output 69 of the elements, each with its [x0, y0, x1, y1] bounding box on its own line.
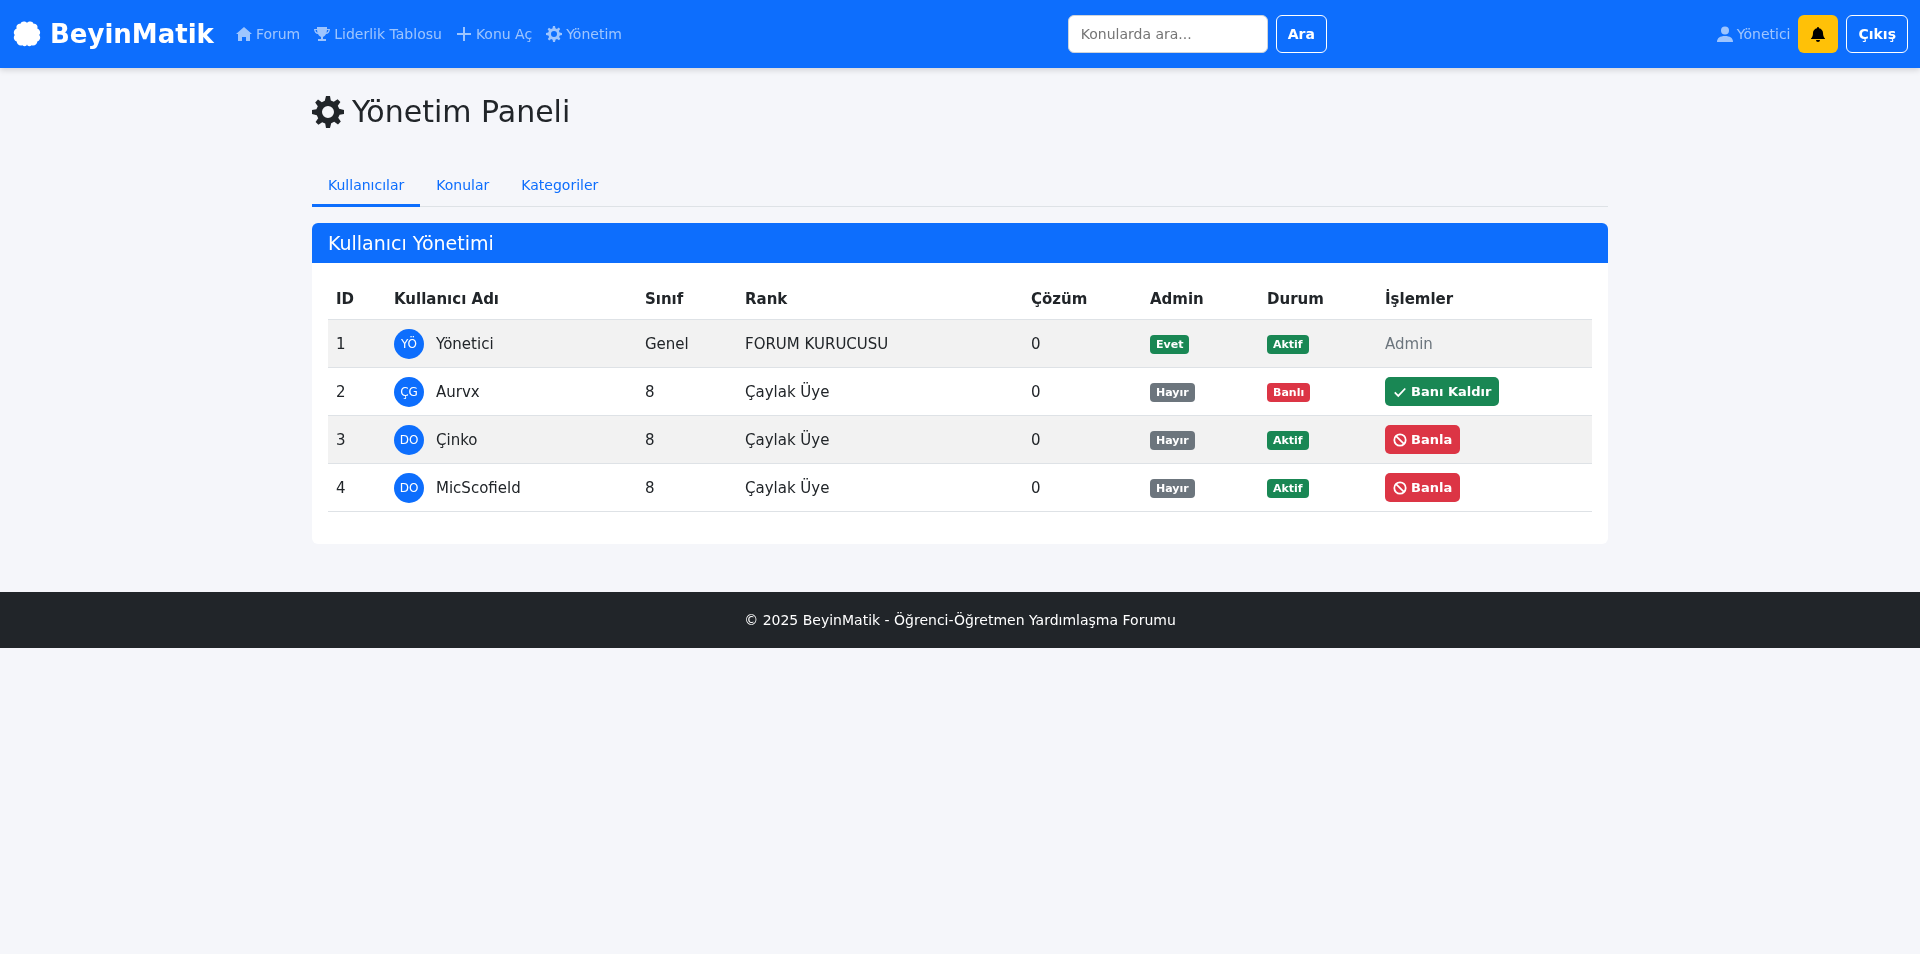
plus-icon — [455, 26, 472, 42]
table-cell: 8 — [645, 430, 655, 449]
status-badge: Aktif — [1267, 334, 1309, 354]
table-cell: 8 — [645, 478, 655, 497]
bell-icon — [1810, 26, 1827, 42]
column-header: Çözüm — [1031, 290, 1088, 308]
nav-link[interactable]: Yönetim — [546, 26, 622, 42]
table-cell: 0 — [1031, 478, 1041, 497]
table-cell: Çaylak Üye — [745, 478, 830, 497]
avatar: DO — [394, 472, 424, 503]
table-cell: 2 — [336, 382, 346, 401]
username: Yönetici — [436, 334, 494, 353]
page-title: Yönetim Paneli — [352, 94, 571, 129]
prohibited-icon — [1393, 480, 1407, 495]
nav-link[interactable]: Forum — [235, 26, 301, 42]
logout-button[interactable]: Çıkış — [1846, 15, 1908, 53]
avatar: DO — [394, 424, 424, 455]
table-cell: 0 — [1031, 382, 1041, 401]
table-cell: 4 — [336, 478, 346, 497]
table-cell: Genel — [645, 334, 689, 353]
username: MicScofield — [436, 478, 521, 497]
gear-icon — [546, 26, 563, 42]
role-label: Admin — [1385, 334, 1433, 353]
table-cell: Çaylak Üye — [745, 430, 830, 449]
table-cell: 8 — [645, 382, 655, 401]
table-cell: Çaylak Üye — [745, 382, 830, 401]
search-field[interactable]: Konularda ara... — [1067, 15, 1268, 53]
ban-button[interactable]: Banla — [1385, 473, 1461, 502]
column-header: Admin — [1150, 290, 1204, 308]
tab[interactable]: Kategoriler — [505, 167, 615, 207]
nav-link[interactable]: Liderlik Tablosu — [314, 26, 442, 42]
prohibited-icon — [1393, 432, 1407, 447]
gear-icon — [312, 95, 344, 128]
admin-badge: Evet — [1150, 334, 1190, 354]
column-header: Kullanıcı Adı — [394, 290, 499, 308]
user-icon — [1716, 26, 1733, 42]
avatar: ÇG — [394, 376, 424, 407]
tab[interactable]: Konular — [420, 167, 506, 207]
brand-link[interactable]: BeyinMatik — [50, 19, 214, 49]
table-cell: 0 — [1031, 430, 1041, 449]
ban-button[interactable]: Banla — [1385, 425, 1461, 454]
table-cell: 3 — [336, 430, 346, 449]
home-icon — [235, 26, 252, 42]
status-badge: Banlı — [1267, 382, 1311, 402]
status-badge: Aktif — [1267, 478, 1309, 498]
card-title: Kullanıcı Yönetimi — [328, 232, 494, 254]
search-button[interactable]: Ara — [1275, 15, 1327, 53]
table-cell: 1 — [336, 334, 346, 353]
status-badge: Aktif — [1267, 430, 1309, 450]
nav-link[interactable]: Konu Aç — [455, 26, 533, 42]
notification-button[interactable] — [1798, 15, 1839, 53]
table-cell: 0 — [1031, 334, 1041, 353]
admin-badge: Hayır — [1150, 382, 1195, 402]
admin-badge: Hayır — [1150, 478, 1195, 498]
column-header: Durum — [1267, 290, 1324, 308]
tab[interactable]: Kullanıcılar — [312, 167, 421, 207]
unban-button[interactable]: Banı Kaldır — [1385, 377, 1500, 406]
admin-badge: Hayır — [1150, 430, 1195, 450]
username: Çinko — [436, 430, 478, 449]
column-header: ID — [336, 290, 355, 308]
footer-text: © 2025 BeyinMatik - Öğrenci-Öğretmen Yardımlaşma Forumu — [744, 612, 1176, 628]
user-link[interactable]: Yönetici — [1716, 26, 1791, 42]
table-cell: FORUM KURUCUSU — [745, 334, 889, 353]
column-header: Sınıf — [645, 290, 684, 308]
username: Aurvx — [436, 382, 480, 401]
column-header: İşlemler — [1385, 290, 1454, 308]
trophy-icon — [314, 26, 331, 42]
avatar: YÖ — [394, 328, 424, 359]
column-header: Rank — [745, 290, 788, 308]
